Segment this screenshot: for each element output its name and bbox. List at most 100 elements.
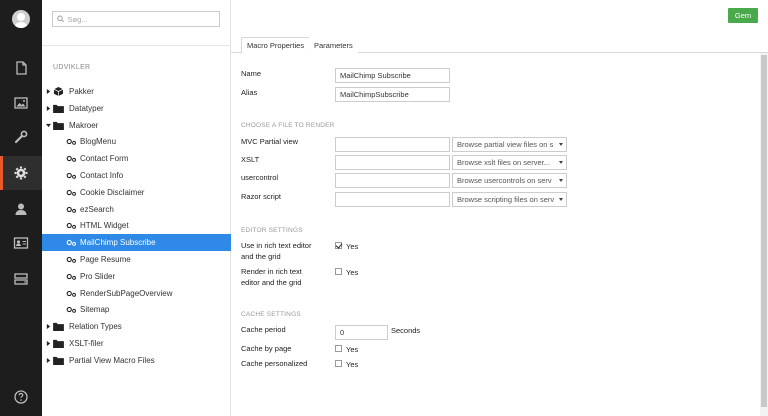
cache-by-page-label: Cache by page: [241, 344, 292, 353]
render-in-rte-checkbox[interactable]: [335, 268, 342, 275]
cache-by-page-yes-label: Yes: [346, 345, 359, 354]
wrench-icon: [14, 130, 28, 144]
mvc-partial-view-select[interactable]: Browse partial view files on s: [452, 137, 567, 152]
tree-item-pakker[interactable]: Pakker: [42, 83, 231, 100]
razor-script-label: Razor script: [241, 192, 282, 201]
gear-icon: [14, 166, 28, 180]
macro-icon: [66, 172, 76, 179]
caret-down-icon[interactable]: [46, 123, 51, 128]
save-button[interactable]: Gem: [728, 8, 758, 23]
settings-section-button[interactable]: [0, 120, 42, 154]
caret-right-icon[interactable]: [46, 89, 51, 94]
name-label: Name: [241, 69, 262, 78]
forms-section-button[interactable]: [0, 262, 42, 296]
caret-right-icon[interactable]: [46, 357, 51, 363]
scrollbar-thumb[interactable]: [761, 55, 767, 407]
tree-item-label: Sitemap: [80, 305, 110, 315]
tree-item-page-resume[interactable]: Page Resume: [42, 251, 231, 268]
content-section-button[interactable]: [0, 51, 42, 85]
tree-item-label: RenderSubPageOverview: [80, 288, 173, 298]
developer-section-button[interactable]: [0, 156, 42, 190]
macro-icon: [66, 223, 76, 230]
forms-icon: [14, 273, 28, 285]
tree-item-blogmenu[interactable]: BlogMenu: [42, 133, 231, 150]
avatar[interactable]: [12, 10, 30, 28]
contact-card-icon: [13, 237, 29, 249]
tab-parameters[interactable]: Parameters: [309, 37, 358, 53]
tree-item-label: HTML Widget: [80, 221, 129, 231]
tree-item-xslt-filer[interactable]: XSLT-filer: [42, 335, 231, 352]
tree-item-pro-slider[interactable]: Pro Slider: [42, 268, 231, 285]
tree-item-label: Pro Slider: [80, 271, 116, 281]
xslt-select-text: Browse xslt files on server...: [457, 158, 550, 167]
chevron-down-icon: [559, 179, 563, 182]
tree-item-cookie-disclaimer[interactable]: Cookie Disclaimer: [42, 184, 231, 201]
tree-item-contact-info[interactable]: Contact Info: [42, 167, 231, 184]
use-in-rte-checkbox[interactable]: [335, 242, 342, 249]
xslt-input[interactable]: [335, 155, 450, 170]
tree-item-partial-view-macro-files[interactable]: Partial View Macro Files: [42, 352, 231, 369]
alias-input[interactable]: [335, 87, 450, 102]
app-navigation: [0, 0, 42, 416]
caret-right-icon[interactable]: [46, 105, 51, 111]
media-section-button[interactable]: [0, 86, 42, 120]
tree-item-label: Partial View Macro Files: [69, 355, 155, 365]
caret-right-icon[interactable]: [46, 341, 51, 346]
macro-icon: [66, 273, 76, 280]
tree-item-sitemap[interactable]: Sitemap: [42, 301, 231, 318]
cache-by-page-checkbox[interactable]: [335, 345, 342, 352]
usercontrol-input[interactable]: [335, 173, 450, 188]
tree-item-label: Datatyper: [69, 103, 104, 113]
file-section-title: CHOOSE A FILE TO RENDER: [241, 122, 335, 129]
tree-divider: [42, 45, 231, 46]
use-in-rte-label-line-1: Use in rich text editor: [241, 241, 312, 250]
cache-personalized-yes-label: Yes: [346, 360, 359, 369]
tree-item-html-widget[interactable]: HTML Widget: [42, 217, 231, 234]
tree-item-relation-types[interactable]: Relation Types: [42, 318, 231, 335]
cache-period-input[interactable]: [335, 325, 388, 340]
tree-item-label: XSLT-filer: [69, 339, 104, 348]
render-in-rte-yes-label: Yes: [346, 268, 359, 277]
usercontrol-select[interactable]: Browse usercontrols on serv: [452, 173, 567, 188]
cache-period-unit: Seconds: [391, 326, 421, 335]
tree-item-rendersubpageoverview[interactable]: RenderSubPageOverview: [42, 285, 231, 302]
search-icon: [57, 15, 65, 23]
razor-script-input[interactable]: [335, 192, 450, 207]
name-input[interactable]: [335, 68, 450, 83]
tree-item-mailchimp-subscribe[interactable]: MailChimp Subscribe: [42, 234, 231, 252]
render-in-rte-label-line-2: editor and the grid: [241, 278, 302, 287]
folder-icon: [53, 121, 64, 130]
users-section-button[interactable]: [0, 192, 42, 226]
document-icon: [16, 61, 27, 75]
tree-search-input[interactable]: [67, 14, 219, 24]
tree-item-contact-form[interactable]: Contact Form: [42, 150, 231, 167]
help-button[interactable]: [0, 380, 42, 414]
tree-panel: UDVIKLER Pakker Datatyper Makroer BlogMenu C…: [42, 0, 231, 416]
folder-icon: [53, 356, 64, 365]
usercontrol-label: usercontrol: [241, 173, 279, 182]
cache-personalized-checkbox[interactable]: [335, 360, 342, 367]
tree-item-makroer[interactable]: Makroer: [42, 117, 231, 134]
folder-icon: [53, 104, 64, 113]
xslt-select[interactable]: Browse xslt files on server...: [452, 155, 567, 170]
macro-icon: [66, 290, 76, 297]
razor-script-select[interactable]: Browse scripting files on serv: [452, 192, 567, 207]
cache-section-title: CACHE SETTINGS: [241, 311, 301, 318]
package-icon: [53, 87, 64, 96]
tab-bar: Macro Properties Parameters: [231, 37, 768, 54]
razor-script-select-text: Browse scripting files on serv: [457, 195, 555, 204]
editor-scrollbar[interactable]: [760, 53, 768, 416]
tree-item-label: Contact Form: [80, 154, 129, 164]
tree-search-box[interactable]: [52, 11, 220, 27]
caret-right-icon[interactable]: [46, 324, 51, 330]
members-section-button[interactable]: [0, 226, 42, 260]
mvc-partial-view-input[interactable]: [335, 137, 450, 152]
tree-item-label: BlogMenu: [80, 137, 117, 147]
tree-item-label: Relation Types: [69, 322, 122, 332]
folder-icon: [53, 323, 64, 332]
tree-item-ezsearch[interactable]: ezSearch: [42, 201, 231, 218]
mvc-partial-view-label: MVC Partial view: [241, 137, 299, 146]
tree-item-datatyper[interactable]: Datatyper: [42, 100, 231, 117]
tab-macro-properties[interactable]: Macro Properties: [241, 37, 311, 54]
usercontrol-select-text: Browse usercontrols on serv: [457, 176, 552, 185]
